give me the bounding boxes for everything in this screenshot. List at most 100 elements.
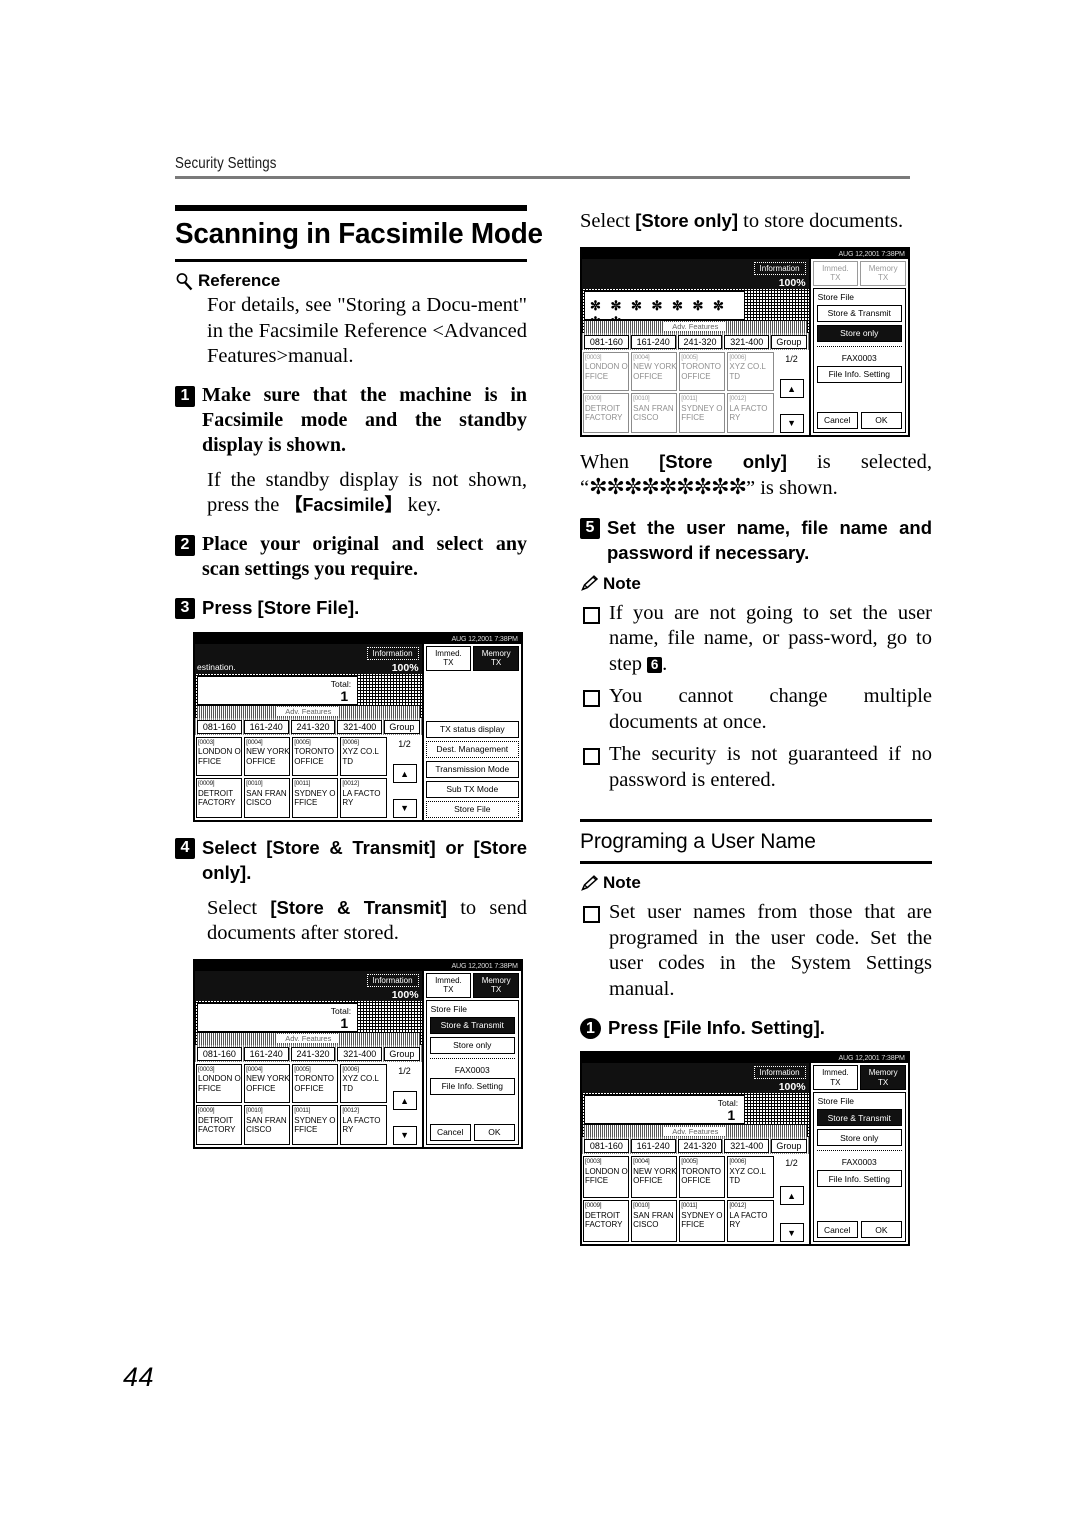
destination-cell[interactable]: [0005] TORONTO OFFICE xyxy=(292,1063,339,1103)
panel1-immed-tx-button[interactable]: Immed. TX xyxy=(425,645,472,671)
fax-panel-4[interactable]: AUG 12,2001 7:38PM Information 100% Tota… xyxy=(580,1051,910,1246)
destination-cell[interactable]: [0005] TORONTO OFFICE xyxy=(679,1156,726,1198)
panel3-immed-tx-button[interactable]: Immed. TX xyxy=(812,260,859,286)
panel1-range-tab-4[interactable]: 321-400 xyxy=(337,719,383,734)
destination-cell[interactable]: [0012] LA FACTO RY xyxy=(727,393,774,433)
panel3-information-button[interactable]: Information xyxy=(753,261,806,275)
panel1-sub-tx-mode-button[interactable]: Sub TX Mode xyxy=(425,780,519,798)
panel1-group-tab[interactable]: Group xyxy=(384,719,420,734)
panel4-adv-features-bar[interactable]: Adv. Features xyxy=(584,1125,807,1137)
scroll-up-icon[interactable]: ▲ xyxy=(779,379,804,398)
panel4-memory-tx-button[interactable]: Memory TX xyxy=(860,1065,906,1090)
destination-cell[interactable]: [0009] DETROIT FACTORY xyxy=(196,1105,243,1145)
panel2-immed-tx-button[interactable]: Immed. TX xyxy=(425,972,472,998)
panel3-ok-button[interactable]: OK xyxy=(860,411,902,429)
panel3-range-tab-2[interactable]: 161-240 xyxy=(630,334,676,349)
destination-cell[interactable]: [0010] SAN FRAN CISCO xyxy=(244,1105,291,1145)
destination-cell[interactable]: [0010] SAN FRAN CISCO xyxy=(244,778,291,818)
destination-cell[interactable]: [0004] NEW YORK OFFICE xyxy=(244,1063,291,1103)
destination-cell[interactable]: [0003] LONDON O FFICE xyxy=(583,351,630,391)
destination-cell[interactable]: [0010] SAN FRAN CISCO xyxy=(631,393,678,433)
panel3-cancel-button[interactable]: Cancel xyxy=(816,411,858,429)
panel1-dest-management-button[interactable]: Dest. Management xyxy=(425,740,519,758)
panel3-store-and-transmit-button[interactable]: Store & Transmit xyxy=(816,304,902,322)
scroll-up-icon[interactable]: ▲ xyxy=(779,1186,804,1205)
panel4-store-and-transmit-button[interactable]: Store & Transmit xyxy=(816,1109,902,1126)
destination-cell[interactable]: [0011] SYDNEY O FFICE xyxy=(292,1105,339,1145)
destination-cell[interactable]: [0004] NEW YORK OFFICE xyxy=(631,1156,678,1198)
panel2-memory-tx-button[interactable]: Memory TX xyxy=(473,972,519,998)
panel2-group-tab[interactable]: Group xyxy=(384,1046,420,1061)
destination-cell[interactable]: [0003] LONDON O FFICE xyxy=(196,736,243,776)
destination-cell[interactable]: [0005] TORONTO OFFICE xyxy=(679,351,726,391)
scroll-down-icon[interactable]: ▼ xyxy=(779,1223,804,1242)
panel4-range-tab-3[interactable]: 241-320 xyxy=(677,1139,723,1153)
destination-cell[interactable]: [0006] XYZ CO.L TD xyxy=(727,1156,774,1198)
panel3-group-tab[interactable]: Group xyxy=(771,334,807,349)
panel4-range-tab-2[interactable]: 161-240 xyxy=(630,1139,676,1153)
panel2-range-tab-4[interactable]: 321-400 xyxy=(337,1046,383,1061)
destination-cell[interactable]: [0012] LA FACTO RY xyxy=(727,1200,774,1242)
panel2-range-tab-3[interactable]: 241-320 xyxy=(290,1046,336,1061)
panel4-ok-button[interactable]: OK xyxy=(860,1221,902,1238)
panel4-store-only-button[interactable]: Store only xyxy=(816,1129,902,1146)
panel2-cancel-button[interactable]: Cancel xyxy=(429,1123,471,1141)
panel3-store-only-button[interactable]: Store only xyxy=(816,324,902,342)
panel3-memory-tx-button[interactable]: Memory TX xyxy=(860,260,906,286)
destination-cell[interactable]: [0011] SYDNEY O FFICE xyxy=(679,393,726,433)
panel2-adv-features-bar[interactable]: Adv. Features xyxy=(197,1032,420,1045)
destination-cell[interactable]: [0004] NEW YORK OFFICE xyxy=(631,351,678,391)
fax-panel-3[interactable]: AUG 12,2001 7:38PM Information 100% ✼ ✼ … xyxy=(580,246,910,437)
panel2-ok-button[interactable]: OK xyxy=(473,1123,515,1141)
panel4-file-info-setting-button[interactable]: File Info. Setting xyxy=(816,1170,902,1187)
destination-cell[interactable]: [0011] SYDNEY O FFICE xyxy=(292,778,339,818)
panel2-store-only-button[interactable]: Store only xyxy=(429,1036,515,1054)
panel4-cancel-button[interactable]: Cancel xyxy=(816,1221,858,1238)
panel2-range-tab-2[interactable]: 161-240 xyxy=(243,1046,289,1061)
panel3-range-tab-1[interactable]: 081-160 xyxy=(584,334,629,349)
panel1-store-file-button[interactable]: Store File xyxy=(425,800,519,818)
scroll-up-icon[interactable]: ▲ xyxy=(392,1091,417,1110)
panel1-tx-status-display-button[interactable]: TX status display xyxy=(425,720,519,738)
destination-cell[interactable]: [0006] XYZ CO.L TD xyxy=(727,351,774,391)
panel2-information-button[interactable]: Information xyxy=(366,973,419,987)
destination-cell[interactable]: [0009] DETROIT FACTORY xyxy=(196,778,243,818)
panel1-range-tab-3[interactable]: 241-320 xyxy=(290,719,336,734)
panel2-store-and-transmit-button[interactable]: Store & Transmit xyxy=(429,1016,515,1034)
panel1-range-tab-1[interactable]: 081-160 xyxy=(197,719,242,734)
destination-cell[interactable]: [0012] LA FACTO RY xyxy=(340,1105,387,1145)
destination-cell[interactable]: [0009] DETROIT FACTORY xyxy=(583,1200,630,1242)
destination-cell[interactable]: [0004] NEW YORK OFFICE xyxy=(244,736,291,776)
panel1-adv-features-bar[interactable]: Adv. Features xyxy=(197,705,420,718)
panel4-immed-tx-button[interactable]: Immed. TX xyxy=(812,1065,859,1090)
destination-cell[interactable]: [0010] SAN FRAN CISCO xyxy=(631,1200,678,1242)
panel3-file-info-setting-button[interactable]: File Info. Setting xyxy=(816,365,902,383)
panel2-file-info-setting-button[interactable]: File Info. Setting xyxy=(429,1077,515,1095)
destination-cell[interactable]: [0003] LONDON O FFICE xyxy=(196,1063,243,1103)
destination-cell[interactable]: [0009] DETROIT FACTORY xyxy=(583,393,630,433)
panel4-group-tab[interactable]: Group xyxy=(771,1139,807,1153)
panel4-range-tab-1[interactable]: 081-160 xyxy=(584,1139,629,1153)
panel3-range-tab-3[interactable]: 241-320 xyxy=(677,334,723,349)
panel2-range-tab-1[interactable]: 081-160 xyxy=(197,1046,242,1061)
destination-cell[interactable]: [0003] LONDON O FFICE xyxy=(583,1156,630,1198)
panel1-memory-tx-button[interactable]: Memory TX xyxy=(473,645,519,671)
fax-panel-1[interactable]: AUG 12,2001 7:38PM estination. Informati… xyxy=(193,631,523,822)
destination-cell[interactable]: [0006] XYZ CO.L TD xyxy=(340,736,387,776)
destination-cell[interactable]: [0006] XYZ CO.L TD xyxy=(340,1063,387,1103)
fax-panel-2[interactable]: AUG 12,2001 7:38PM Information 100% Tota… xyxy=(193,958,523,1149)
panel3-adv-features-bar[interactable]: Adv. Features xyxy=(584,320,807,333)
panel3-range-tab-4[interactable]: 321-400 xyxy=(724,334,770,349)
destination-cell[interactable]: [0011] SYDNEY O FFICE xyxy=(679,1200,726,1242)
panel1-transmission-mode-button[interactable]: Transmission Mode xyxy=(425,760,519,778)
scroll-up-icon[interactable]: ▲ xyxy=(392,764,417,783)
scroll-down-icon[interactable]: ▼ xyxy=(779,413,804,433)
destination-cell[interactable]: [0005] TORONTO OFFICE xyxy=(292,736,339,776)
scroll-down-icon[interactable]: ▼ xyxy=(392,1125,417,1145)
panel1-information-button[interactable]: Information xyxy=(366,646,419,660)
destination-cell[interactable]: [0012] LA FACTO RY xyxy=(340,778,387,818)
scroll-down-icon[interactable]: ▼ xyxy=(392,798,417,818)
panel1-range-tab-2[interactable]: 161-240 xyxy=(243,719,289,734)
panel4-information-button[interactable]: Information xyxy=(753,1066,806,1079)
panel4-range-tab-4[interactable]: 321-400 xyxy=(724,1139,770,1153)
